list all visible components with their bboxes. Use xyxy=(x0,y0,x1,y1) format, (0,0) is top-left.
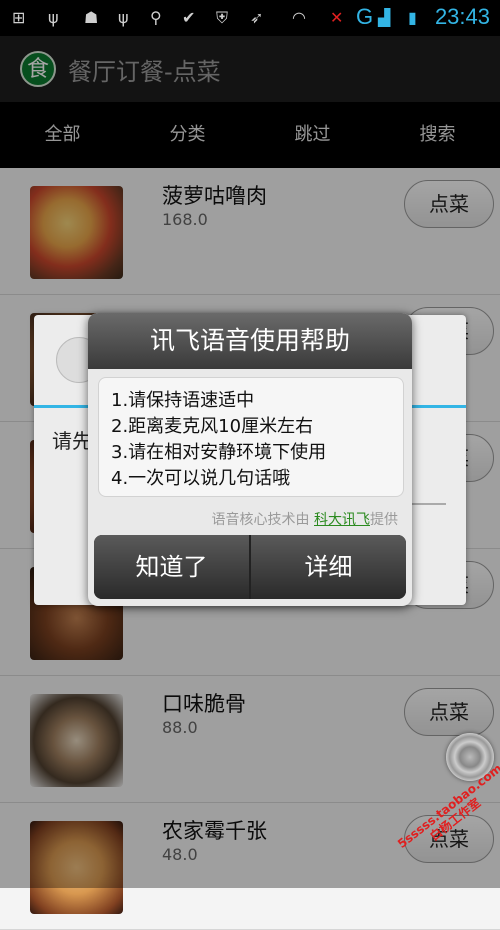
usb-icon: ψ xyxy=(118,8,129,27)
bird-icon: ➶ xyxy=(250,8,264,27)
network-type: G xyxy=(356,4,374,29)
iflytek-link[interactable]: 科大讯飞 xyxy=(314,512,370,528)
battery-charging-icon: ▮ xyxy=(408,8,417,27)
help-tip-2: 2.距离麦克风10厘米左右 xyxy=(111,416,314,437)
help-tip-3: 3.请在相对安静环境下使用 xyxy=(111,442,327,463)
voice-prompt-text: 请先 xyxy=(52,429,92,453)
shield-icon: ⛨ xyxy=(216,8,229,27)
signal-x-icon: ✕ xyxy=(330,8,344,27)
powered-prefix: 语音核心技术由 xyxy=(211,512,314,528)
help-tip-1: 1.请保持语速适中 xyxy=(111,390,255,411)
powered-by: 语音核心技术由 科大讯飞提供 xyxy=(88,509,398,529)
details-button[interactable]: 详细 xyxy=(251,535,406,599)
wifi-icon: ◠ xyxy=(292,8,306,27)
android-debug-icon: ☗ xyxy=(84,8,99,27)
got-it-button[interactable]: 知道了 xyxy=(94,535,249,599)
search-icon: ⚲ xyxy=(150,8,162,27)
help-tip-4: 4.一次可以说几句话哦 xyxy=(111,468,291,489)
status-bar: ⊞ ψ ☗ ψ ⚲ ✔ ⛨ ➶ ◠ ✕ G ▟ ▮ 23:43 xyxy=(0,0,500,36)
help-tips-box: 1.请保持语速适中 2.距离麦克风10厘米左右 3.请在相对安静环境下使用 4.… xyxy=(98,377,404,497)
powered-suffix: 提供 xyxy=(370,512,398,528)
dialog-button-row: 知道了 详细 xyxy=(94,535,406,599)
clock: 23:43 xyxy=(434,4,490,29)
plus-icon: ⊞ xyxy=(12,8,26,27)
voice-help-dialog: 讯飞语音使用帮助 1.请保持语速适中 2.距离麦克风10厘米左右 3.请在相对安… xyxy=(88,313,412,606)
dialog-title: 讯飞语音使用帮助 xyxy=(149,326,350,355)
check-circle-icon: ✔ xyxy=(182,8,196,27)
signal-bars-icon: ▟ xyxy=(378,8,391,27)
dialog-title-bar: 讯飞语音使用帮助 xyxy=(88,313,412,369)
usb-icon: ψ xyxy=(48,8,59,27)
